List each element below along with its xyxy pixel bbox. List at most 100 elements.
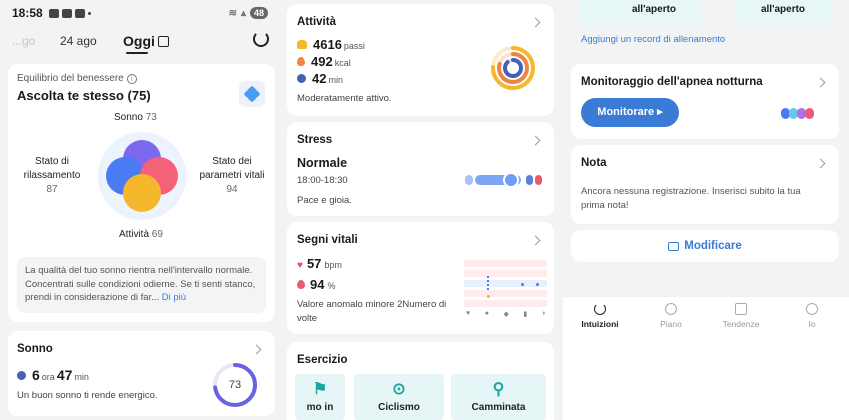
bicycle-icon: ⊙ <box>392 381 406 398</box>
tab-label: Piano <box>660 319 682 329</box>
vitals-dot <box>487 276 489 290</box>
sleep-card[interactable]: Sonno 6 ora 47 min Un buon sonno ti rend… <box>8 331 275 416</box>
sleep-hours: 6 <box>32 367 40 383</box>
apnea-indicator <box>781 108 814 119</box>
exercise-tile-running[interactable]: ⚑ mo in <box>295 374 345 420</box>
profile-icon <box>806 303 818 315</box>
moon-icon: ◗ <box>541 310 546 317</box>
vitals-card[interactable]: Segni vitali ♥ 57 bpm 94 % Valore anomal… <box>287 222 554 334</box>
sleep-score-ring: 73 <box>212 362 258 408</box>
signal-icon: ▴ <box>240 7 246 19</box>
spo2-value: 94 <box>310 277 325 292</box>
wellbeing-subtitle-text: Equilibrio del benessere <box>17 73 124 84</box>
more-link[interactable]: Di più <box>162 292 186 303</box>
chevron-right-icon[interactable] <box>530 235 541 246</box>
message-icon <box>61 8 72 18</box>
vitals-legend-icons: ♥ ● ◆ ▮ ◗ <box>466 310 546 318</box>
stress-value: Normale <box>297 156 348 170</box>
exercise-card[interactable]: Esercizio ⚑ mo in ⊙ Ciclismo ⚲ Camminata <box>287 342 554 420</box>
vitals-band <box>464 270 547 277</box>
label-activity-value: 69 <box>151 229 163 240</box>
add-workout-record-link[interactable]: Aggiungi un record di allenamento <box>581 34 725 45</box>
note-empty-text: Ancora nessuna registrazione. Inserisci … <box>581 186 801 211</box>
heart-icon: ♥ <box>297 260 303 271</box>
exercise-tile-walking[interactable]: ⚲ Camminata <box>451 374 546 420</box>
stress-note: Pace e gioia. <box>297 195 352 206</box>
clock-icon <box>297 74 306 83</box>
tab-trends[interactable]: Tendenze <box>711 303 771 329</box>
info-icon[interactable]: i <box>126 74 137 84</box>
spo2-unit: % <box>327 281 336 291</box>
stress-gauge-low <box>465 175 473 185</box>
stress-face-icon <box>503 172 519 188</box>
tab-label: Io <box>808 319 816 329</box>
vitals-band <box>464 280 547 287</box>
date-today[interactable]: Oggi <box>123 33 169 54</box>
drop-icon: ● <box>484 310 489 317</box>
vitals-band <box>464 260 547 267</box>
note-card[interactable]: Nota Ancora nessuna registrazione. Inser… <box>571 145 839 224</box>
date-prev[interactable]: ...go <box>12 34 35 48</box>
sleep-card-title: Sonno <box>17 343 53 355</box>
trends-icon <box>735 303 747 315</box>
chevron-right-icon[interactable] <box>530 135 541 146</box>
outdoor-tile[interactable]: all'aperto <box>607 0 701 24</box>
label-vital-text: Stato dei parametri vitali <box>199 156 265 181</box>
heart-rate-unit: bpm <box>324 260 342 270</box>
heart-rate-value: 57 <box>306 256 322 271</box>
notification-icons <box>48 8 91 18</box>
kcal-metric: 492 kcal <box>297 54 351 69</box>
runner-icon: ⚑ <box>312 381 328 398</box>
label-vital-value: 94 <box>226 184 238 195</box>
label-relax-value: 87 <box>46 184 58 195</box>
edit-button[interactable]: Modificare <box>571 230 839 262</box>
chevron-right-icon[interactable] <box>530 17 541 28</box>
outdoor-tile[interactable]: all'aperto <box>735 0 831 24</box>
monitor-button[interactable]: Monitorare ▸ <box>581 98 679 127</box>
wifi-icon: ≋ <box>228 7 237 19</box>
wellbeing-flower-chart[interactable] <box>96 130 188 222</box>
sleep-apnea-card[interactable]: Monitoraggio dell'apnea notturna Monitor… <box>571 64 839 139</box>
blood-drop-icon <box>297 280 305 289</box>
exercise-tile-label: mo in <box>306 402 334 413</box>
sleep-hours-unit: ora <box>41 372 55 382</box>
chevron-right-icon[interactable] <box>815 77 826 88</box>
activity-card[interactable]: Attività 4616 passi 492 kcal 42 min Mode… <box>287 4 554 116</box>
chevron-right-icon[interactable] <box>251 344 262 355</box>
stress-gauge-high <box>535 175 542 185</box>
apnea-card-title: Monitoraggio dell'apnea notturna <box>581 76 763 88</box>
heart-rate-metric: ♥ 57 bpm <box>297 256 342 271</box>
tab-me[interactable]: Io <box>782 303 842 329</box>
wellbeing-card[interactable]: Equilibrio del benessere i Ascolta te ste… <box>8 64 275 322</box>
date-yesterday[interactable]: 24 ago <box>60 34 97 48</box>
shoe-icon <box>297 40 307 49</box>
chevron-right-icon[interactable] <box>815 158 826 169</box>
note-card-title: Nota <box>581 157 607 169</box>
moon-icon <box>17 370 26 380</box>
tab-plan[interactable]: Piano <box>641 303 701 329</box>
date-today-label: Oggi <box>123 33 155 49</box>
exercise-tile-cycling[interactable]: ⊙ Ciclismo <box>354 374 444 420</box>
diamond-icon[interactable] <box>239 81 265 107</box>
sleep-minutes-unit: min <box>74 372 89 382</box>
sync-icon[interactable] <box>253 31 269 47</box>
battery-icon: 48 <box>249 7 268 19</box>
calendar-icon[interactable] <box>157 35 169 47</box>
minutes-value: 42 <box>312 71 327 86</box>
insights-icon <box>594 303 606 315</box>
sleep-minutes: 47 <box>56 367 73 383</box>
photo-icon <box>48 8 59 18</box>
stress-gauge-mid <box>526 175 533 185</box>
activity-status: Moderatamente attivo. <box>297 93 392 104</box>
lungs-icon: ◆ <box>503 311 509 318</box>
label-relax: Stato di rilassamento 87 <box>17 155 87 197</box>
stress-card-title: Stress <box>297 134 333 146</box>
status-bar: 18:58 ≋ ▴ 48 <box>0 0 280 26</box>
plan-icon <box>665 303 677 315</box>
stress-card[interactable]: Stress Normale 18:00-18:30 Pace e gioia. <box>287 122 554 216</box>
label-activity-text: Attività <box>119 229 150 240</box>
walker-icon: ⚲ <box>492 381 505 398</box>
vitals-dot <box>521 283 524 286</box>
spo2-metric: 94 % <box>297 277 335 292</box>
tab-insights[interactable]: Intuizioni <box>570 303 630 329</box>
